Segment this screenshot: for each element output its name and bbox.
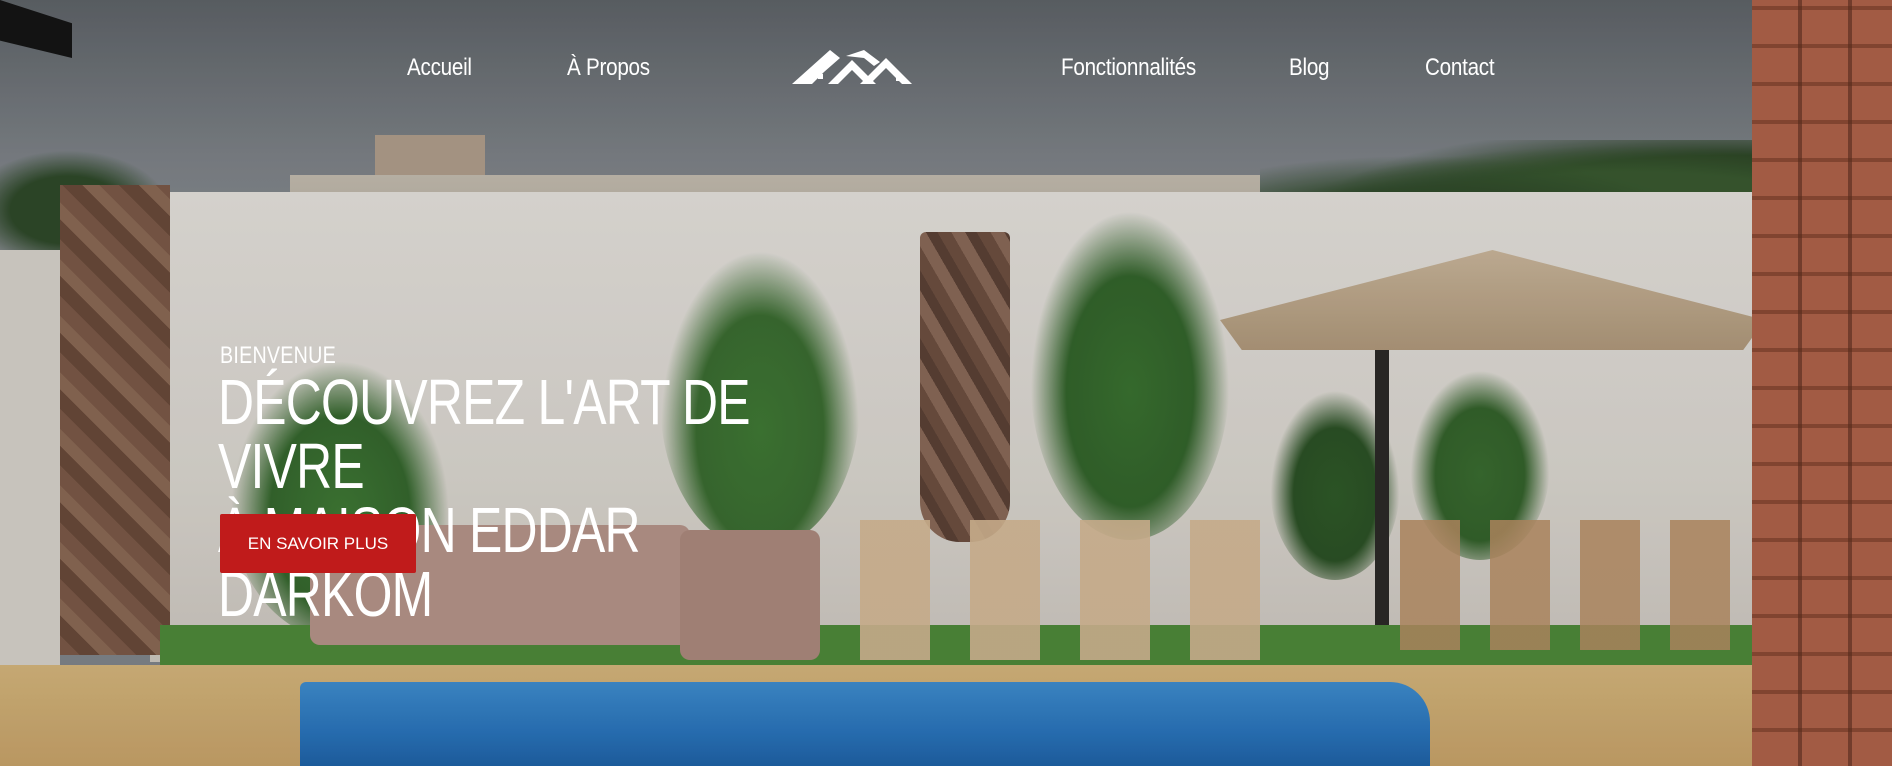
hero-headline-line-1: DÉCOUVREZ L'ART DE VIVRE <box>218 366 751 502</box>
hero-headline: DÉCOUVREZ L'ART DE VIVRE À MAISON EDDAR … <box>218 370 811 626</box>
site-logo[interactable] <box>790 44 914 88</box>
main-navigation: Accueil À Propos Fonctionnalités Blog Co… <box>0 44 1892 94</box>
nav-link-contact[interactable]: Contact <box>1425 54 1495 82</box>
hero-section: Accueil À Propos Fonctionnalités Blog Co… <box>0 0 1892 766</box>
nav-link-fonctionnalites[interactable]: Fonctionnalités <box>1061 54 1196 82</box>
nav-link-blog[interactable]: Blog <box>1289 54 1330 82</box>
learn-more-button[interactable]: EN SAVOIR PLUS <box>220 514 416 573</box>
nav-link-accueil[interactable]: Accueil <box>407 54 472 82</box>
house-roofs-logo-icon <box>792 50 912 84</box>
nav-link-a-propos[interactable]: À Propos <box>567 54 650 82</box>
